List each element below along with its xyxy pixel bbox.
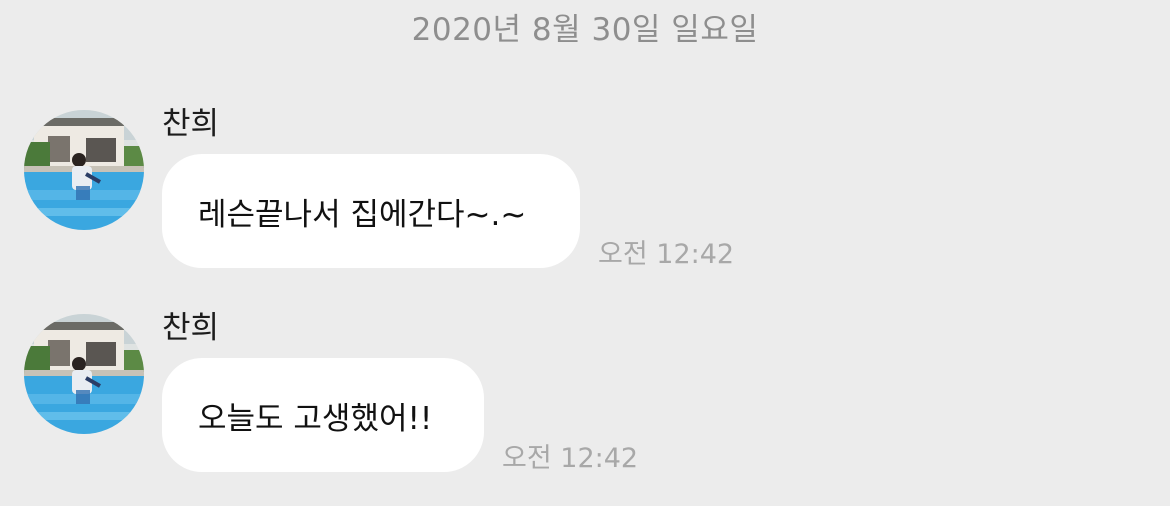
message-time: 오전 12:42 [502, 443, 639, 474]
sender-avatar[interactable] [24, 110, 144, 230]
message-bubble[interactable]: 레슨끝나서 집에간다~.~ [162, 154, 580, 268]
date-header: 2020년 8월 30일 일요일 [411, 12, 759, 48]
sender-name: 찬희 [162, 310, 220, 346]
message-text: 레슨끝나서 집에간다~.~ [198, 196, 527, 233]
message-row: 찬희 레슨끝나서 집에간다~.~ 오전 12:42 [0, 106, 1170, 280]
sender-avatar[interactable] [24, 314, 144, 434]
message-bubble[interactable]: 오늘도 고생했어!! [162, 358, 484, 472]
avatar-photo [24, 314, 144, 434]
message-text: 오늘도 고생했어!! [198, 400, 433, 437]
sender-name: 찬희 [162, 106, 220, 142]
message-time: 오전 12:42 [598, 239, 735, 270]
avatar-photo [24, 110, 144, 230]
message-row: 찬희 오늘도 고생했어!! 오전 12:42 [0, 310, 1170, 484]
